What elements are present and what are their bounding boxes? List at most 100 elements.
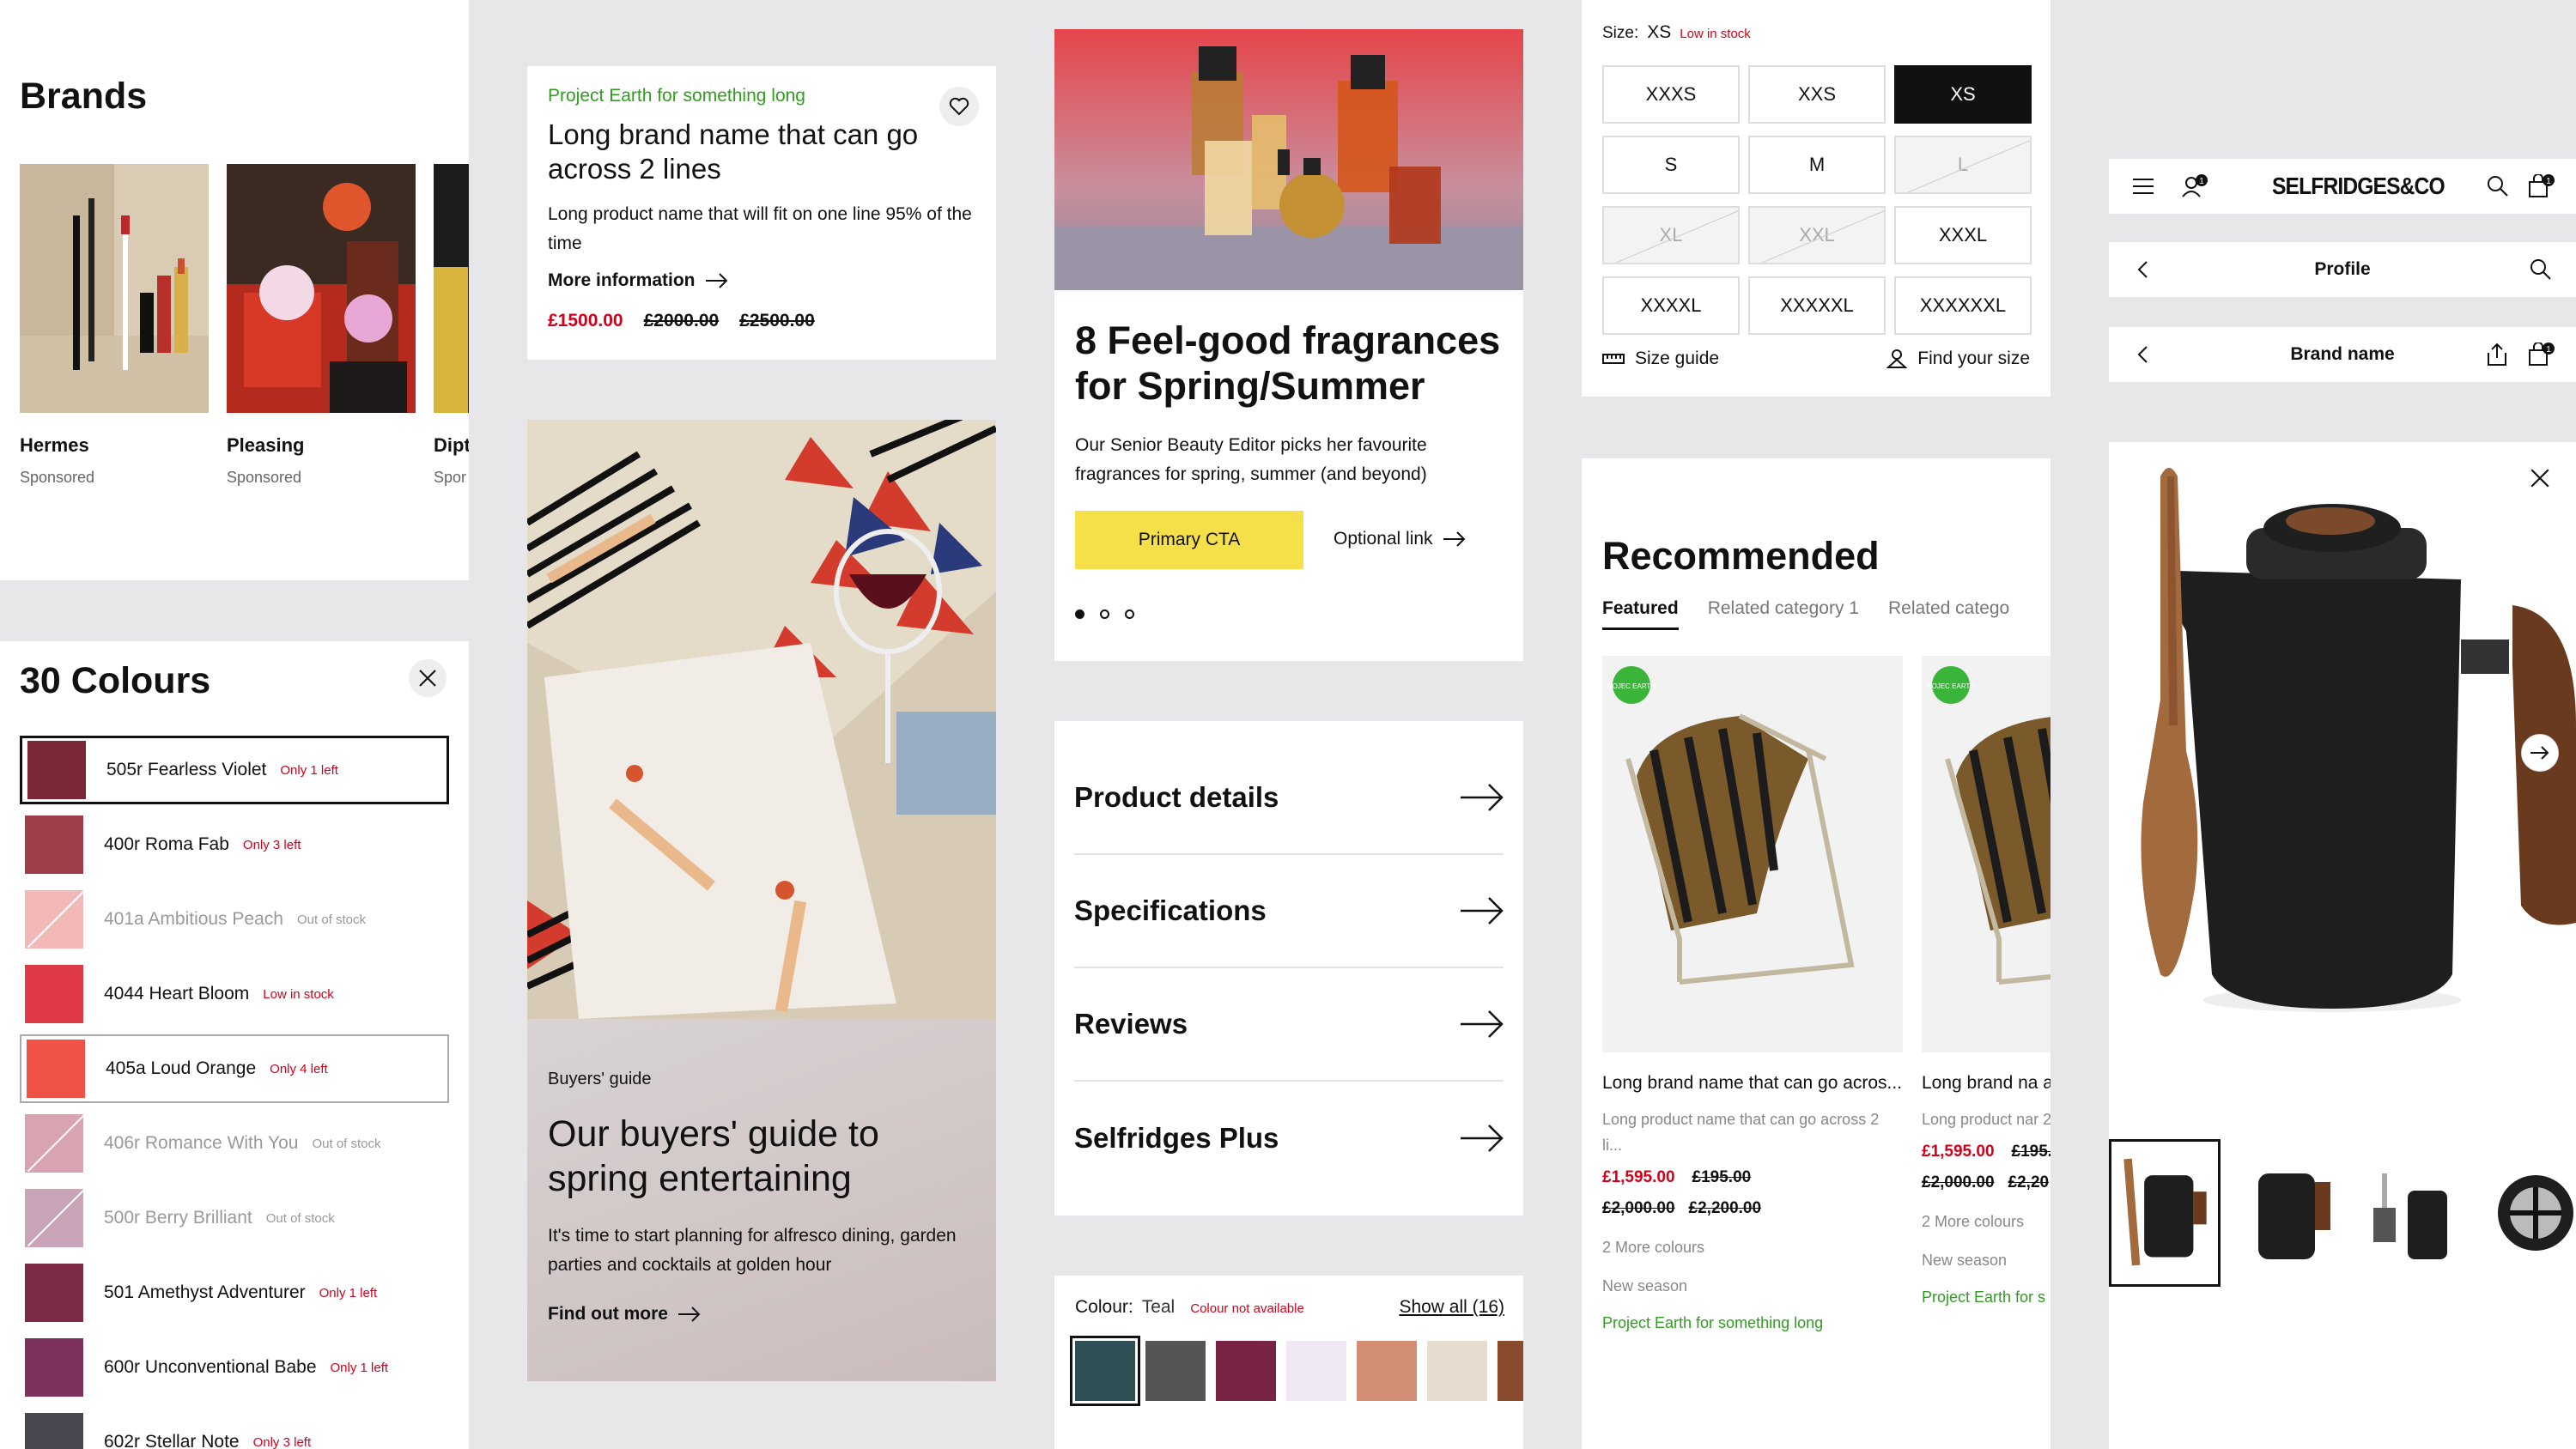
wishlist-button[interactable] bbox=[939, 87, 979, 126]
find-out-more-link[interactable]: Find out more bbox=[548, 1304, 701, 1325]
colour-option[interactable]: 4044 Heart Bloom Low in stock bbox=[20, 960, 449, 1028]
brand-tile-dipt[interactable]: Dipt Spor bbox=[434, 164, 469, 487]
colour-swatch bbox=[25, 1264, 83, 1322]
close-button[interactable] bbox=[2521, 459, 2559, 497]
size-option[interactable]: L bbox=[1894, 136, 2032, 194]
was-price: £2000.00 bbox=[643, 311, 720, 330]
size-option[interactable]: XXS bbox=[1748, 65, 1886, 124]
size-guide-link[interactable]: Size guide bbox=[1602, 349, 1719, 369]
colour-option[interactable]: 600r Unconventional Babe Only 1 left bbox=[20, 1333, 449, 1402]
brands-title: Brands bbox=[20, 76, 148, 117]
colour-option[interactable]: 401a Ambitious Peach Out of stock bbox=[20, 885, 449, 954]
project-earth-badge: ROJEC EARTH bbox=[1607, 682, 1656, 690]
more-colours: 2 More colours bbox=[1602, 1239, 1705, 1256]
optional-link-label: Optional link bbox=[1334, 529, 1433, 549]
size-option[interactable]: M bbox=[1748, 136, 1886, 194]
colour-picker-header: Colour: Teal Colour not available bbox=[1075, 1297, 1304, 1318]
primary-cta-button[interactable]: Primary CTA bbox=[1075, 511, 1303, 569]
size-note: Low in stock bbox=[1680, 27, 1751, 41]
search-icon[interactable] bbox=[2487, 175, 2509, 197]
size-option[interactable]: XXXXL bbox=[1602, 276, 1740, 335]
colour-swatch bbox=[25, 1189, 83, 1247]
product-tile[interactable]: ROJEC EARTH Long brand name that can go a… bbox=[1602, 656, 1903, 1428]
guide-body: It's time to start planning for alfresco… bbox=[548, 1226, 957, 1275]
tab-related-2[interactable]: Related catego bbox=[1888, 598, 2009, 630]
carousel-dot-active[interactable] bbox=[1075, 609, 1084, 619]
size-option[interactable]: XXXL bbox=[1894, 206, 2032, 264]
account-icon[interactable]: 1 bbox=[2181, 174, 2208, 198]
thumbnail[interactable] bbox=[2233, 1139, 2344, 1287]
size-option[interactable]: XXXS bbox=[1602, 65, 1740, 124]
tab-featured[interactable]: Featured bbox=[1602, 598, 1679, 630]
colour-swatch[interactable] bbox=[1427, 1341, 1487, 1401]
colour-swatch[interactable] bbox=[1070, 1336, 1140, 1406]
carousel-dot[interactable] bbox=[1100, 609, 1109, 619]
accordion-selfridges-plus[interactable]: Selfridges Plus bbox=[1074, 1082, 1504, 1195]
search-icon[interactable] bbox=[2530, 258, 2552, 281]
accordion-product-details[interactable]: Product details bbox=[1074, 742, 1504, 855]
was-price: £195.00 bbox=[1692, 1168, 1752, 1186]
brand-tile-pleasing[interactable]: Pleasing Sponsored bbox=[227, 164, 416, 487]
colour-option[interactable]: 400r Roma Fab Only 3 left bbox=[20, 810, 449, 879]
colour-swatch[interactable] bbox=[1216, 1341, 1276, 1401]
colour-name: 500r Berry Brilliant bbox=[104, 1208, 252, 1228]
size-option[interactable]: XXL bbox=[1748, 206, 1886, 264]
more-info-link[interactable]: More information bbox=[548, 270, 728, 291]
thumbnail[interactable] bbox=[2480, 1139, 2576, 1287]
colour-swatch bbox=[25, 1114, 83, 1173]
accordion-label: Selfridges Plus bbox=[1074, 1122, 1279, 1154]
colour-option[interactable]: 405a Loud Orange Only 4 left bbox=[20, 1034, 449, 1103]
more-colours: 2 More colours bbox=[1922, 1213, 2025, 1230]
site-header: 1 SELFRIDGES&CO 1 bbox=[2109, 159, 2576, 214]
price: £1500.00 bbox=[548, 311, 623, 330]
optional-link[interactable]: Optional link bbox=[1334, 529, 1466, 549]
bag-icon[interactable]: 1 bbox=[2528, 174, 2555, 198]
colour-name: 505r Fearless Violet bbox=[106, 760, 267, 779]
product-tile[interactable]: ROJEC EARTH Long brand na acros... Long pr… bbox=[1922, 656, 2050, 1428]
size-option[interactable]: S bbox=[1602, 136, 1740, 194]
colour-stock: Out of stock bbox=[312, 1136, 381, 1151]
next-image-button[interactable] bbox=[2521, 734, 2559, 772]
accordion-reviews[interactable]: Reviews bbox=[1074, 968, 1504, 1082]
carousel-dot[interactable] bbox=[1125, 609, 1134, 619]
colour-option[interactable]: 501 Amethyst Adventurer Only 1 left bbox=[20, 1258, 449, 1327]
project-earth-tag: Project Earth for something long bbox=[1602, 1314, 1824, 1331]
size-option[interactable]: XXXXXXL bbox=[1894, 276, 2032, 335]
brand-tile-hermes[interactable]: Hermes Sponsored bbox=[20, 164, 209, 487]
colour-swatch[interactable] bbox=[1357, 1341, 1417, 1401]
colour-swatch[interactable] bbox=[1498, 1341, 1523, 1401]
bag-icon[interactable]: 1 bbox=[2528, 343, 2555, 367]
size-guide-label: Size guide bbox=[1635, 349, 1720, 368]
menu-icon[interactable] bbox=[2133, 178, 2154, 195]
accordion-specifications[interactable]: Specifications bbox=[1074, 855, 1504, 968]
colour-label: Colour: bbox=[1075, 1297, 1133, 1317]
product-card[interactable]: Project Earth for something long Long br… bbox=[527, 66, 996, 360]
size-option[interactable]: XL bbox=[1602, 206, 1740, 264]
find-your-size-link[interactable]: Find your size bbox=[1886, 349, 2030, 369]
tab-related-1[interactable]: Related category 1 bbox=[1708, 598, 1859, 630]
colour-option[interactable]: 602r Stellar Note Only 3 left bbox=[20, 1408, 449, 1449]
share-icon[interactable] bbox=[2487, 343, 2507, 367]
profile-title: Profile bbox=[2314, 259, 2371, 279]
colour-swatch[interactable] bbox=[1145, 1341, 1206, 1401]
was-price: £2,000.00 bbox=[1602, 1199, 1675, 1217]
thumbnail[interactable] bbox=[2356, 1139, 2468, 1287]
buyers-guide-card[interactable]: Buyers' guide Our buyers' guide to sprin… bbox=[527, 420, 996, 1381]
thumbnail[interactable] bbox=[2109, 1139, 2221, 1287]
close-button[interactable] bbox=[409, 659, 447, 697]
size-option[interactable]: XXXXXL bbox=[1748, 276, 1886, 335]
project-earth-tag: Project Earth for something long bbox=[548, 86, 805, 106]
brand-sponsored: Sponsored bbox=[20, 469, 95, 486]
colour-swatch[interactable] bbox=[1286, 1341, 1346, 1401]
fragrance-title: 8 Feel-good fragrances for Spring/Summer bbox=[1075, 318, 1501, 408]
size-option[interactable]: XS bbox=[1894, 65, 2032, 124]
colour-option[interactable]: 406r Romance With You Out of stock bbox=[20, 1109, 449, 1178]
show-all-link[interactable]: Show all (16) bbox=[1399, 1297, 1504, 1318]
colour-name: 406r Romance With You bbox=[104, 1133, 299, 1153]
colour-option[interactable]: 505r Fearless Violet Only 1 left bbox=[20, 736, 449, 804]
product-image bbox=[2109, 442, 2576, 1094]
project-earth-tag: Project Earth for s bbox=[1922, 1288, 2046, 1306]
colour-stock: Only 4 left bbox=[270, 1061, 328, 1076]
selfridges-logo[interactable]: SELFRIDGES&CO bbox=[2272, 173, 2445, 200]
colour-option[interactable]: 500r Berry Brilliant Out of stock bbox=[20, 1184, 449, 1252]
